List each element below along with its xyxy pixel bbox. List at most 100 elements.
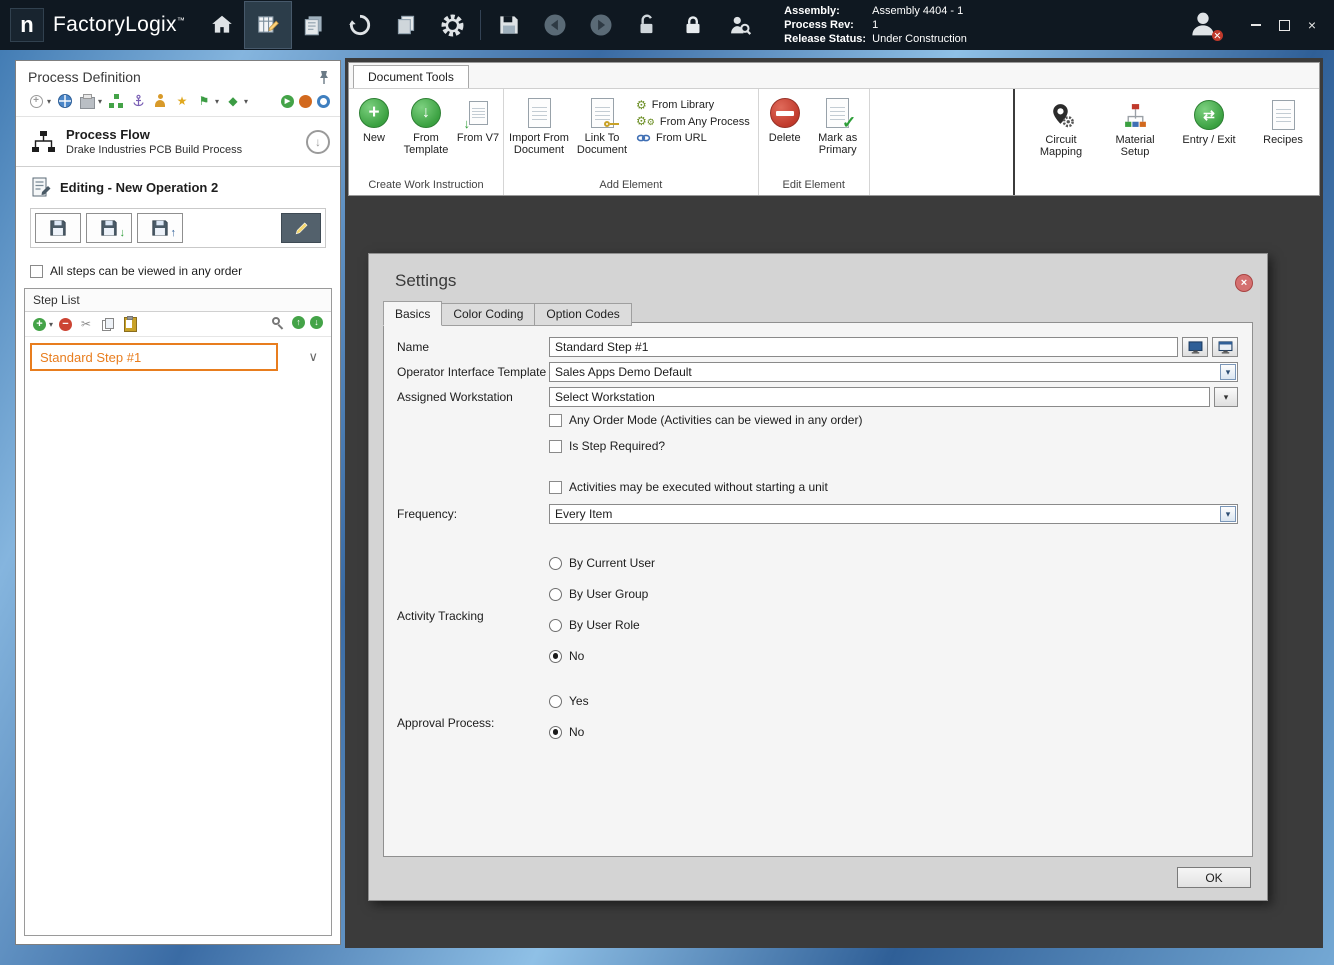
copy-icon[interactable] — [100, 316, 116, 332]
name-input[interactable] — [549, 337, 1178, 357]
app-logo-letter: n — [20, 12, 34, 37]
anchor-icon[interactable] — [130, 93, 146, 109]
collapse-section-icon[interactable]: ↓ — [306, 129, 330, 154]
pin-icon[interactable] — [318, 70, 330, 85]
frequency-select[interactable]: Every Item ▾ — [549, 504, 1238, 524]
export-operation-button[interactable]: ↑ — [137, 213, 183, 243]
diamond-icon[interactable]: ◆ — [225, 93, 241, 109]
from-any-process-button[interactable]: ⚙⚙ From Any Process — [636, 115, 750, 128]
cut-icon[interactable]: ✂ — [78, 316, 94, 332]
flag-dropdown-icon[interactable]: ▾ — [215, 97, 219, 106]
start-icon[interactable]: ▶ — [281, 94, 294, 108]
move-step-up-icon[interactable]: ↑ — [292, 316, 305, 329]
edit-operation-button[interactable] — [281, 213, 321, 243]
circuit-mapping-icon — [1052, 103, 1074, 127]
is-step-required-checkbox[interactable] — [549, 439, 562, 453]
refresh-button[interactable] — [337, 2, 383, 48]
material-setup-button[interactable]: Material Setup — [1103, 97, 1167, 160]
flag-icon[interactable]: ⚑ — [196, 93, 212, 109]
tab-document-tools[interactable]: Document Tools — [353, 65, 469, 88]
from-template-button[interactable]: ↓ From Template — [397, 95, 455, 158]
activities-without-unit-checkbox[interactable] — [549, 480, 562, 494]
record-icon[interactable] — [299, 94, 312, 108]
delete-element-button[interactable]: Delete — [761, 95, 809, 146]
step-item-standard-step-1[interactable]: Standard Step #1 — [30, 343, 278, 371]
unlock-icon — [640, 14, 653, 34]
assembly-info: Assembly: Assembly 4404 - 1 Process Rev: 1… — [784, 4, 967, 46]
star-icon[interactable]: ★ — [174, 93, 190, 109]
process-editor-button[interactable] — [244, 1, 293, 49]
process-flow-section[interactable]: Process Flow Drake Industries PCB Build … — [16, 116, 340, 166]
circular-arrow-icon — [349, 14, 371, 36]
from-library-button[interactable]: ⚙ From Library — [636, 99, 750, 111]
mark-as-primary-button[interactable]: ✓ Mark as Primary — [809, 95, 867, 158]
name-preview-button[interactable] — [1212, 337, 1238, 357]
entry-exit-button[interactable]: ⇄ Entry / Exit — [1177, 97, 1241, 148]
new-work-instruction-button[interactable]: + New — [351, 95, 397, 146]
link-to-document-button[interactable]: Link To Document — [572, 95, 632, 158]
activity-tracking-label: Activity Tracking — [397, 609, 484, 623]
maximize-button[interactable] — [1270, 13, 1298, 37]
chevron-down-icon[interactable]: ▾ — [1220, 506, 1236, 522]
home-button[interactable] — [199, 2, 245, 48]
any-order-checkbox[interactable] — [30, 264, 43, 278]
import-from-document-button[interactable]: Import From Document — [506, 95, 572, 158]
lock-button[interactable] — [670, 2, 716, 48]
close-window-button[interactable]: × — [1298, 13, 1326, 37]
tab-color-coding[interactable]: Color Coding — [442, 303, 536, 326]
components-icon[interactable] — [108, 93, 124, 109]
activity-by-user-role-radio[interactable] — [549, 618, 562, 632]
save-button[interactable] — [486, 2, 532, 48]
save-operation-button[interactable] — [35, 213, 81, 243]
activity-no-radio[interactable] — [549, 649, 562, 663]
chevron-down-icon[interactable]: ▾ — [1220, 364, 1236, 380]
tab-basics[interactable]: Basics — [383, 301, 443, 326]
minimize-button[interactable] — [1242, 13, 1270, 37]
redo-button[interactable] — [578, 2, 624, 48]
user-audit-button[interactable] — [716, 2, 762, 48]
ok-button[interactable]: OK — [1177, 867, 1251, 888]
workstation-dropdown-button[interactable]: ▾ — [1214, 387, 1238, 407]
zoom-step-icon[interactable] — [271, 316, 287, 332]
add-step-dropdown-icon[interactable]: ▾ — [49, 320, 53, 329]
from-v7-button[interactable]: ↓ From V7 — [455, 95, 501, 146]
help-icon[interactable] — [317, 94, 330, 108]
unlock-button[interactable] — [624, 2, 670, 48]
activity-by-current-user-radio[interactable] — [549, 556, 562, 570]
copy-documents-button[interactable] — [383, 2, 429, 48]
globe-icon[interactable] — [57, 93, 73, 109]
add-item-icon[interactable]: + — [28, 93, 44, 109]
circuit-mapping-button[interactable]: Circuit Mapping — [1029, 97, 1093, 160]
settings-button[interactable] — [429, 2, 475, 48]
add-item-dropdown-icon[interactable]: ▾ — [47, 97, 51, 106]
group-edit-element: Delete ✓ Mark as Primary Edit Element — [759, 89, 870, 195]
any-order-mode-checkbox[interactable] — [549, 413, 562, 427]
close-icon: × — [1307, 17, 1317, 33]
approval-yes-radio[interactable] — [549, 694, 562, 708]
print-icon[interactable] — [79, 93, 95, 109]
print-dropdown-icon[interactable]: ▾ — [98, 97, 102, 106]
frequency-value: Every Item — [555, 507, 613, 521]
activity-by-user-group-radio[interactable] — [549, 587, 562, 601]
templates-button[interactable] — [291, 2, 337, 48]
step-expand-icon[interactable]: ∨ — [308, 349, 318, 365]
import-operation-button[interactable]: ↓ — [86, 213, 132, 243]
name-editor-button[interactable] — [1182, 337, 1208, 357]
add-step-icon[interactable]: + — [33, 317, 46, 331]
from-url-button[interactable]: From URL — [636, 132, 750, 144]
approval-no-label: No — [569, 725, 585, 739]
assign-user-icon[interactable] — [152, 93, 168, 109]
material-setup-icon — [1124, 103, 1146, 127]
workstation-select[interactable]: Select Workstation — [549, 387, 1210, 407]
dialog-close-button[interactable]: × — [1235, 274, 1253, 292]
tab-option-codes[interactable]: Option Codes — [535, 303, 632, 326]
diamond-dropdown-icon[interactable]: ▾ — [244, 97, 248, 106]
template-select[interactable]: Sales Apps Demo Default ▾ — [549, 362, 1238, 382]
remove-step-icon[interactable]: − — [59, 317, 73, 331]
undo-button[interactable] — [532, 2, 578, 48]
move-step-down-icon[interactable]: ↓ — [310, 316, 323, 329]
recipes-button[interactable]: Recipes — [1251, 97, 1315, 148]
paste-icon[interactable] — [122, 315, 138, 332]
current-user-button[interactable] — [1186, 7, 1226, 43]
approval-no-radio[interactable] — [549, 725, 562, 739]
